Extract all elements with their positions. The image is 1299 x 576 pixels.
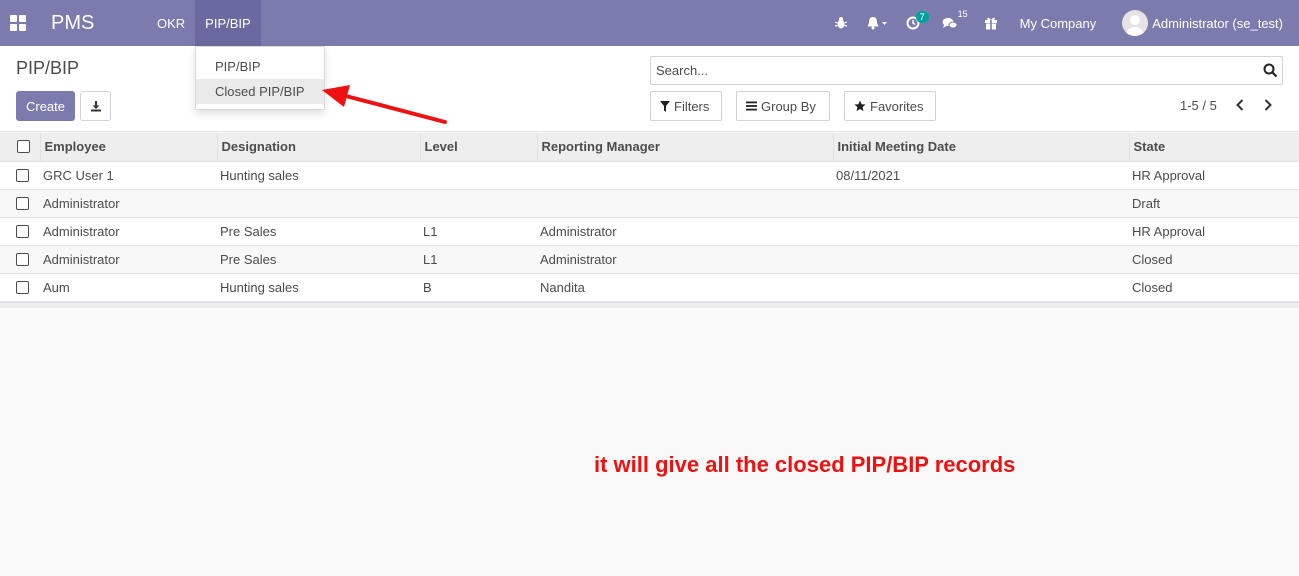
gift-icon[interactable] — [984, 0, 998, 46]
annotation-text: it will give all the closed PIP/BIP reco… — [594, 452, 1016, 477]
dropdown-item-closed-pip-bip[interactable]: Closed PIP/BIP — [196, 79, 324, 104]
row-checkbox[interactable] — [16, 224, 29, 238]
cell-employee: Administrator — [43, 223, 120, 239]
cell-level: L1 — [423, 223, 438, 239]
pip-bip-dropdown-menu: PIP/BIP Closed PIP/BIP — [195, 46, 325, 110]
table-row[interactable]: GRC User 1 Hunting sales 08/11/2021 HR A… — [0, 161, 1299, 189]
menu-pip-bip[interactable]: PIP/BIP — [195, 0, 261, 46]
user-name: Administrator (se_test) — [1152, 15, 1283, 31]
favorites-label: Favorites — [870, 98, 924, 114]
menu-okr[interactable]: OKR — [147, 0, 195, 46]
activity-count-badge: 7 — [915, 11, 929, 23]
notification-bell-icon[interactable] — [866, 0, 888, 46]
row-checkbox[interactable] — [16, 168, 29, 182]
column-header-state[interactable]: State — [1128, 133, 1299, 162]
row-select-cell — [0, 245, 40, 273]
table-row[interactable]: Aum Hunting sales B Nandita Closed — [0, 273, 1299, 301]
cell-state: Closed — [1132, 251, 1173, 267]
messages-count-badge: 15 — [957, 9, 968, 19]
table-footer — [0, 301, 1299, 308]
table-row[interactable]: Administrator Pre Sales L1 Administrator… — [0, 245, 1299, 273]
search-icon[interactable] — [1263, 63, 1278, 78]
messages-chat-icon[interactable]: 15 — [942, 0, 968, 46]
cell-initial-meeting-date — [833, 217, 1129, 245]
row-select-cell — [0, 273, 40, 301]
filters-button[interactable]: Filters — [650, 91, 722, 121]
pager-value[interactable]: 1-5 / 5 — [1180, 98, 1217, 113]
cell-designation: Hunting sales — [220, 279, 299, 295]
star-icon — [854, 100, 866, 112]
cell-reporting-manager: Nandita — [540, 279, 585, 295]
table-row[interactable]: Administrator Draft — [0, 189, 1299, 217]
list-bars-icon — [746, 101, 757, 111]
table-row[interactable]: Administrator Pre Sales L1 Administrator… — [0, 217, 1299, 245]
cell-level — [420, 189, 537, 217]
records-table: Employee Designation Level Reporting Man… — [0, 133, 1299, 302]
column-header-employee[interactable]: Employee — [39, 133, 217, 162]
cell-reporting-manager — [537, 189, 833, 217]
cell-employee: GRC User 1 — [43, 167, 114, 183]
apps-menu-icon[interactable] — [10, 15, 26, 31]
cell-level: L1 — [423, 251, 438, 267]
cell-reporting-manager: Administrator — [540, 251, 617, 267]
cell-designation: Hunting sales — [220, 167, 299, 183]
activity-clock-icon[interactable]: 7 — [906, 0, 929, 46]
row-select-cell — [0, 189, 40, 217]
filter-funnel-icon — [660, 100, 670, 112]
cell-initial-meeting-date — [833, 273, 1129, 301]
group-by-label: Group By — [761, 98, 816, 114]
red-arrow-annotation — [322, 85, 447, 124]
cell-designation — [217, 189, 420, 217]
select-all-checkbox[interactable] — [17, 140, 30, 154]
search-input[interactable] — [651, 57, 1241, 84]
group-by-button[interactable]: Group By — [736, 91, 830, 121]
cell-state: Closed — [1132, 279, 1173, 295]
cell-employee: Administrator — [43, 195, 120, 211]
cell-designation: Pre Sales — [220, 223, 277, 239]
chevron-right-icon[interactable] — [1263, 99, 1273, 111]
cell-initial-meeting-date — [833, 245, 1129, 273]
cell-employee: Aum — [43, 279, 70, 295]
cell-reporting-manager: Administrator — [540, 223, 617, 239]
app-brand[interactable]: PMS — [51, 12, 131, 35]
user-menu[interactable]: Administrator (se_test) — [1122, 10, 1283, 36]
dropdown-item-pip-bip[interactable]: PIP/BIP — [196, 54, 324, 79]
column-header-reporting-manager[interactable]: Reporting Manager — [536, 133, 833, 162]
cell-state: HR Approval — [1132, 223, 1205, 239]
table-header-row: Employee Designation Level Reporting Man… — [0, 133, 1299, 162]
column-header-level[interactable]: Level — [419, 133, 537, 162]
page-title: PIP/BIP — [16, 58, 80, 78]
row-select-cell — [0, 217, 40, 245]
cell-state: Draft — [1132, 195, 1161, 211]
top-navbar: PMS OKR PIP/BIP 7 15 My Company Administ… — [0, 0, 1299, 46]
column-header-initial-meeting-date[interactable]: Initial Meeting Date — [832, 133, 1129, 162]
column-header-designation[interactable]: Designation — [216, 133, 420, 162]
row-checkbox[interactable] — [16, 196, 29, 210]
records-list: Employee Designation Level Reporting Man… — [0, 133, 1299, 308]
cell-level: B — [423, 279, 432, 295]
row-select-cell — [0, 161, 40, 189]
download-icon — [90, 101, 101, 112]
chevron-left-icon[interactable] — [1235, 99, 1245, 111]
user-avatar — [1122, 10, 1149, 36]
cell-level — [420, 161, 537, 189]
search-bar — [650, 56, 1283, 85]
row-checkbox[interactable] — [16, 252, 29, 266]
select-all-header — [0, 133, 40, 162]
cell-initial-meeting-date: 08/11/2021 — [836, 167, 901, 183]
row-checkbox[interactable] — [16, 280, 29, 294]
favorites-button[interactable]: Favorites — [844, 91, 936, 121]
export-button[interactable] — [80, 91, 111, 121]
company-switcher[interactable]: My Company — [1020, 16, 1097, 31]
cell-state: HR Approval — [1132, 167, 1205, 183]
create-button[interactable]: Create — [16, 91, 75, 121]
cell-initial-meeting-date — [833, 189, 1129, 217]
debug-bug-icon[interactable] — [834, 0, 848, 46]
cell-designation: Pre Sales — [220, 251, 277, 267]
cell-reporting-manager — [537, 161, 833, 189]
cell-employee: Administrator — [43, 251, 120, 267]
filters-label: Filters — [674, 98, 710, 114]
